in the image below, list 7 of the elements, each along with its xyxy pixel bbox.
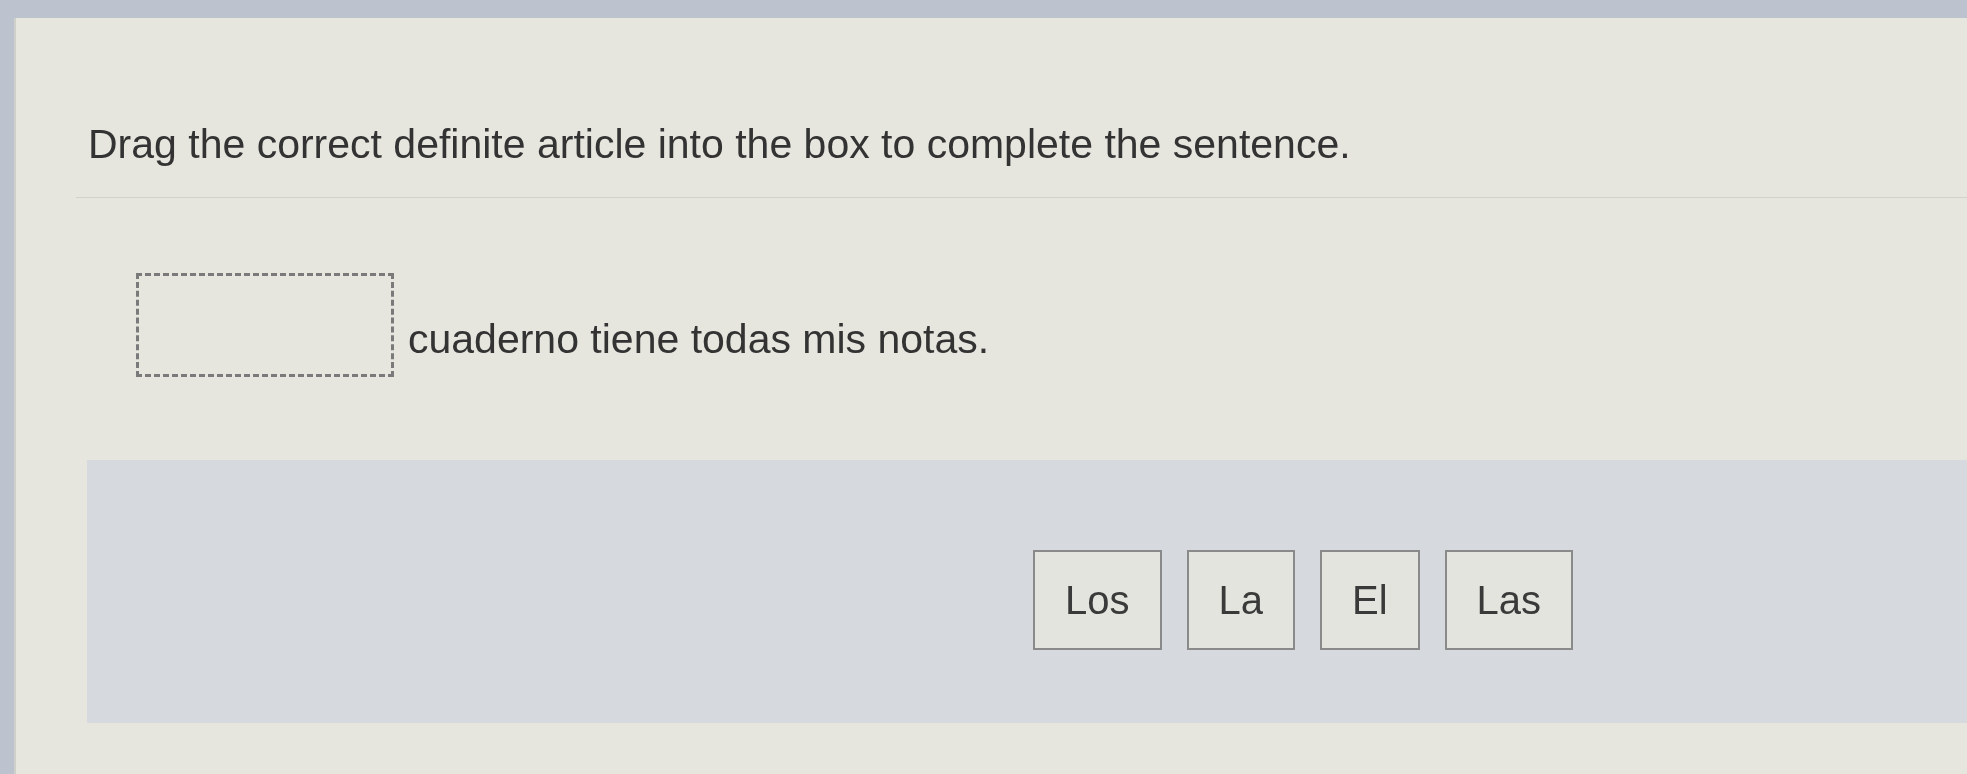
answer-box[interactable]: [136, 273, 394, 377]
instruction-text: Drag the correct definite article into the box to complete the sentence.: [88, 121, 1351, 167]
answer-tile[interactable]: Los: [1033, 549, 1162, 650]
answer-tile[interactable]: Las: [1444, 549, 1574, 650]
answer-tile[interactable]: La: [1186, 549, 1295, 650]
sentence-text: cuaderno tiene todas mis notas.: [408, 315, 990, 362]
answer-tile[interactable]: El: [1320, 549, 1420, 650]
